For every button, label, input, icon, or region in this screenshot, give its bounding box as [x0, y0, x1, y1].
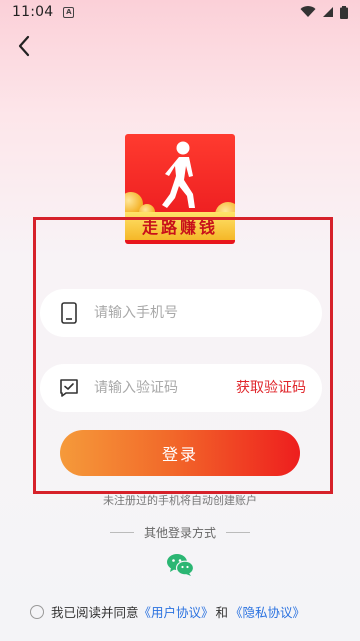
agreement-checkbox[interactable] — [30, 604, 44, 619]
phone-input[interactable] — [94, 305, 224, 321]
battery-icon — [340, 5, 348, 19]
login-button[interactable]: 登录 — [60, 430, 300, 476]
walking-person-icon — [162, 141, 195, 208]
message-check-icon — [58, 377, 80, 399]
other-login-label: 其他登录方式 — [143, 526, 216, 540]
phone-field[interactable] — [40, 289, 322, 337]
agreement-row: 我已阅读并同意 《用户协议》 和 《隐私协议》 — [30, 602, 305, 621]
status-bar: 11:04 A — [0, 0, 360, 24]
agreement-prefix: 我已阅读并同意 — [51, 605, 139, 620]
code-field[interactable]: 获取验证码 — [40, 364, 322, 412]
wechat-login-button[interactable] — [166, 553, 195, 577]
chevron-left-icon — [18, 35, 30, 57]
divider-line — [109, 532, 134, 533]
wechat-icon — [167, 554, 195, 576]
signal-icon — [323, 7, 333, 17]
agreement-and: 和 — [215, 605, 229, 620]
app-logo: 走路赚钱 — [125, 134, 235, 244]
logo-banner: 走路赚钱 — [125, 212, 235, 240]
back-button[interactable] — [8, 30, 40, 62]
notification-icon: A — [63, 6, 75, 18]
auto-register-hint: 未注册过的手机将自动创建账户 — [103, 494, 257, 507]
get-code-button[interactable]: 获取验证码 — [236, 364, 306, 412]
other-login-divider: 其他登录方式 — [0, 524, 360, 541]
status-icons — [300, 5, 348, 19]
divider-line — [226, 532, 250, 533]
privacy-agreement-link[interactable]: 《隐私协议》 — [230, 602, 305, 621]
phone-icon — [58, 302, 80, 324]
user-agreement-link[interactable]: 《用户协议》 — [139, 602, 214, 621]
code-input[interactable] — [94, 380, 224, 396]
status-time: 11:04 — [12, 4, 54, 20]
wifi-icon — [300, 6, 316, 18]
